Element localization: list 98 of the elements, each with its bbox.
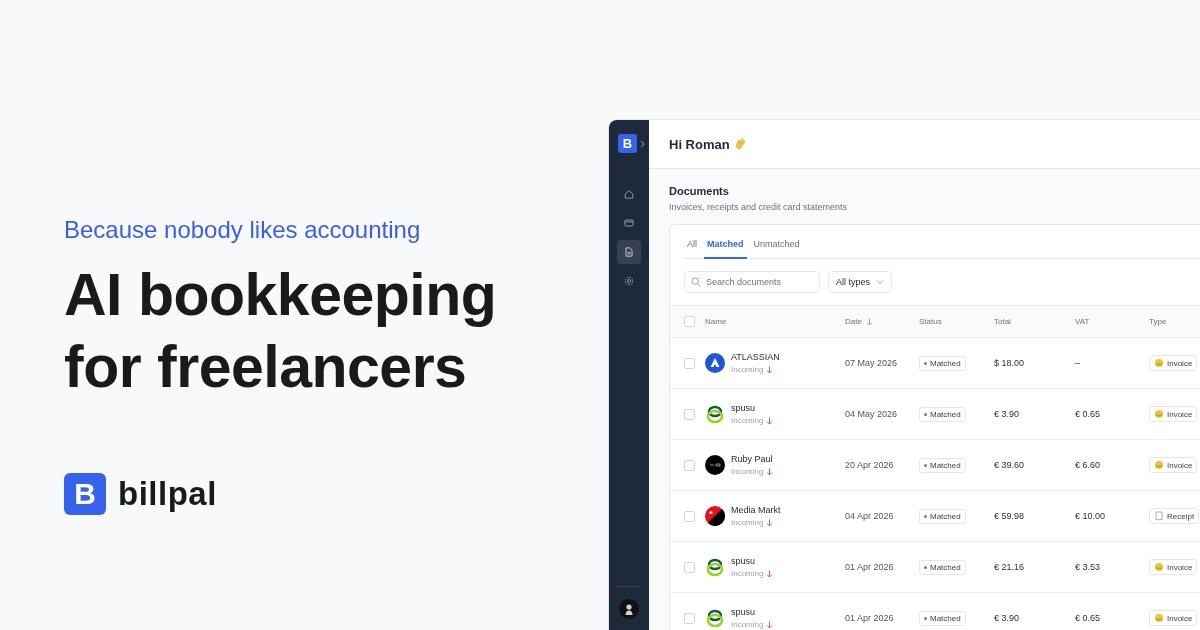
chevron-icon[interactable] <box>640 139 646 148</box>
chevron-down-icon <box>876 279 884 285</box>
greeting: Hi Roman <box>669 136 730 152</box>
company-name: ATLASSIAN <box>731 352 780 362</box>
type-badge: Invoice <box>1149 610 1198 626</box>
vat-cell: € 0.65 <box>1075 409 1101 419</box>
date-cell: 07 May 2026 <box>845 358 898 368</box>
coin-icon <box>1154 460 1164 470</box>
column-header[interactable]: VAT <box>1075 317 1090 326</box>
date-cell: 01 Apr 2026 <box>845 613 894 623</box>
headline: AI bookkeeping <box>64 261 497 330</box>
checkbox[interactable] <box>684 316 695 327</box>
company-name: Ruby Paul <box>731 454 774 464</box>
document-icon <box>623 246 635 258</box>
company-logo-icon <box>705 557 725 577</box>
total-cell: € 21.16 <box>994 562 1025 572</box>
coin-icon <box>1154 613 1164 623</box>
column-header[interactable]: Status <box>919 317 942 326</box>
column-header[interactable]: Date <box>845 317 862 326</box>
status-badge: Matched <box>919 610 966 626</box>
avatar[interactable] <box>619 599 639 619</box>
search-field[interactable]: Search documents <box>684 271 820 293</box>
logo-mark: B <box>618 134 637 153</box>
type-badge: Invoice <box>1149 559 1198 575</box>
tab[interactable]: All <box>684 235 700 259</box>
date-cell: 20 Apr 2026 <box>845 460 894 470</box>
date-cell: 04 May 2026 <box>845 409 898 419</box>
status-badge: Matched <box>919 406 966 422</box>
status-badge: Matched <box>919 355 966 371</box>
search-icon <box>691 277 701 287</box>
checkbox[interactable] <box>684 408 695 420</box>
company-logo-icon <box>705 404 725 424</box>
direction-label: Incoming <box>731 416 764 425</box>
total-cell: € 59.98 <box>994 511 1025 521</box>
checkbox[interactable] <box>684 459 695 471</box>
tab[interactable]: Matched <box>704 235 747 259</box>
down-arrow-icon <box>766 416 774 425</box>
column-header[interactable]: Total <box>994 317 1011 326</box>
direction-label: Incoming <box>731 569 764 578</box>
status-badge: Matched <box>919 508 966 524</box>
checkbox[interactable] <box>684 612 695 624</box>
total-cell: € 3.90 <box>994 613 1020 623</box>
status-badge: Matched <box>919 559 966 575</box>
company-logo-icon <box>705 455 725 475</box>
receipt-icon <box>1154 511 1164 521</box>
checkbox[interactable] <box>684 561 695 573</box>
type-badge: Receipt <box>1149 508 1200 524</box>
coin-icon <box>1154 409 1164 419</box>
total-cell: € 3.90 <box>994 409 1020 419</box>
vat-cell: € 3.53 <box>1075 562 1101 572</box>
section-title: Documents <box>669 185 730 197</box>
company-name: spusu <box>731 403 757 413</box>
direction-label: Incoming <box>731 620 764 629</box>
date-cell: 01 Apr 2026 <box>845 562 894 572</box>
down-arrow-icon <box>766 569 774 578</box>
coin-icon <box>1154 562 1164 572</box>
company-name: spusu <box>731 607 757 617</box>
checkbox[interactable] <box>684 510 695 522</box>
company-name: spusu <box>731 556 757 566</box>
home-icon <box>623 188 635 200</box>
down-arrow-icon <box>766 365 774 374</box>
waving-hand-icon <box>733 137 748 151</box>
vat-cell: € 0.65 <box>1075 613 1101 623</box>
company-logo-icon <box>705 353 725 373</box>
brand-name: billpal <box>118 475 217 513</box>
coin-icon <box>1154 358 1164 368</box>
down-arrow-icon <box>766 518 774 527</box>
column-header[interactable]: Type <box>1149 317 1167 326</box>
type-badge: Invoice <box>1149 355 1198 371</box>
vat-cell: – <box>1075 358 1080 368</box>
total-cell: € 39.60 <box>994 460 1025 470</box>
tagline: Because nobody likes accounting <box>64 215 422 245</box>
total-cell: $ 18.00 <box>994 358 1025 368</box>
date-cell: 04 Apr 2026 <box>845 511 894 521</box>
logo-mark: B <box>64 473 106 515</box>
type-dropdown[interactable]: All types <box>828 271 892 293</box>
direction-label: Incoming <box>731 365 764 374</box>
company-logo-icon <box>705 608 725 628</box>
checkbox[interactable] <box>684 357 695 369</box>
down-arrow-icon <box>766 467 774 476</box>
status-badge: Matched <box>919 457 966 473</box>
direction-label: Incoming <box>731 518 764 527</box>
column-header[interactable]: Name <box>705 317 727 326</box>
company-name: Media Markt <box>731 505 781 515</box>
direction-label: Incoming <box>731 467 764 476</box>
credit-card-icon <box>623 217 635 229</box>
sort-arrow-icon[interactable] <box>865 317 873 326</box>
tab[interactable]: Unmatched <box>750 235 803 259</box>
down-arrow-icon <box>766 620 774 629</box>
company-logo-icon <box>705 506 725 526</box>
type-badge: Invoice <box>1149 406 1198 422</box>
headline: for freelancers <box>64 333 467 402</box>
section-subtitle: Invoices, receipts and credit card statements <box>669 202 849 212</box>
vat-cell: € 6.60 <box>1075 460 1101 470</box>
vat-cell: € 10.00 <box>1075 511 1106 521</box>
settings-icon <box>623 275 635 287</box>
type-badge: Invoice <box>1149 457 1198 473</box>
sidebar-item[interactable] <box>617 240 641 264</box>
